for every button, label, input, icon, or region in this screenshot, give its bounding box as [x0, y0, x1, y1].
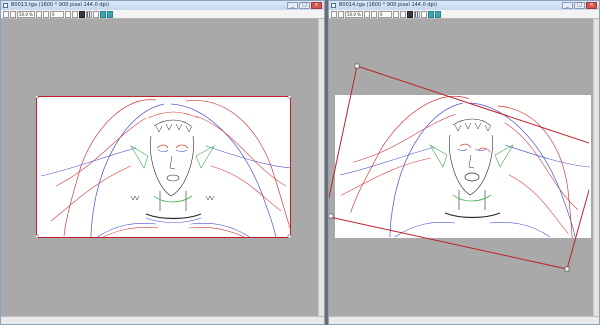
flip-icon[interactable] — [370, 10, 377, 18]
view-icon[interactable] — [106, 10, 113, 18]
maximize-button[interactable]: □ — [574, 2, 585, 9]
prev-icon[interactable] — [392, 10, 399, 18]
app-icon[interactable] — [331, 3, 336, 8]
horizontal-scrollbar[interactable] — [1, 316, 324, 324]
window-left: B0013.tga (1600 * 900 pixel 144.0 dpi) _… — [0, 0, 325, 325]
zoom-icon[interactable] — [363, 10, 370, 18]
toolbar: 50.0 % 0 — [1, 10, 324, 19]
drawing-paper[interactable] — [36, 96, 291, 238]
open-icon[interactable] — [10, 10, 16, 18]
onion-skin-icon[interactable] — [92, 10, 99, 18]
layer-icon[interactable] — [78, 10, 85, 18]
next-icon[interactable] — [399, 10, 406, 18]
rotated-selection[interactable] — [329, 19, 589, 317]
grid-icon[interactable] — [85, 10, 92, 18]
close-button[interactable]: × — [586, 2, 597, 9]
prev-icon[interactable] — [64, 10, 71, 18]
close-button[interactable]: × — [311, 2, 322, 9]
zoom-field[interactable]: 50.0 % — [345, 10, 363, 18]
grid-icon[interactable] — [413, 10, 420, 18]
canvas-area[interactable] — [1, 19, 324, 317]
toolbar: 50.0 % 0 — [329, 10, 599, 19]
layer-icon[interactable] — [406, 10, 413, 18]
new-icon[interactable] — [3, 10, 9, 18]
maximize-button[interactable]: □ — [299, 2, 310, 9]
next-icon[interactable] — [71, 10, 78, 18]
window-title: B0013.tga (1600 * 900 pixel 144.0 dpi) — [11, 2, 110, 8]
app-icon[interactable] — [3, 3, 8, 8]
window-right: B0014.tga (1600 * 900 pixel 144.0 dpi) _… — [328, 0, 600, 325]
frame-input[interactable]: 0 — [377, 10, 392, 18]
view-icon[interactable] — [434, 10, 441, 18]
zoom-field[interactable]: 50.0 % — [17, 10, 35, 18]
canvas-area[interactable] — [329, 19, 599, 317]
light-table-icon[interactable] — [427, 10, 434, 18]
window-title: B0014.tga (1600 * 900 pixel 144.0 dpi) — [339, 2, 438, 8]
flip-icon[interactable] — [42, 10, 49, 18]
new-icon[interactable] — [331, 10, 337, 18]
frame-input[interactable]: 0 — [49, 10, 64, 18]
open-icon[interactable] — [338, 10, 344, 18]
zoom-icon[interactable] — [35, 10, 42, 18]
vertical-scrollbar[interactable] — [593, 19, 599, 317]
vertical-scrollbar[interactable] — [318, 19, 324, 317]
minimize-button[interactable]: _ — [562, 2, 573, 9]
horizontal-scrollbar[interactable] — [329, 316, 599, 324]
minimize-button[interactable]: _ — [287, 2, 298, 9]
light-table-icon[interactable] — [99, 10, 106, 18]
onion-skin-icon[interactable] — [420, 10, 427, 18]
